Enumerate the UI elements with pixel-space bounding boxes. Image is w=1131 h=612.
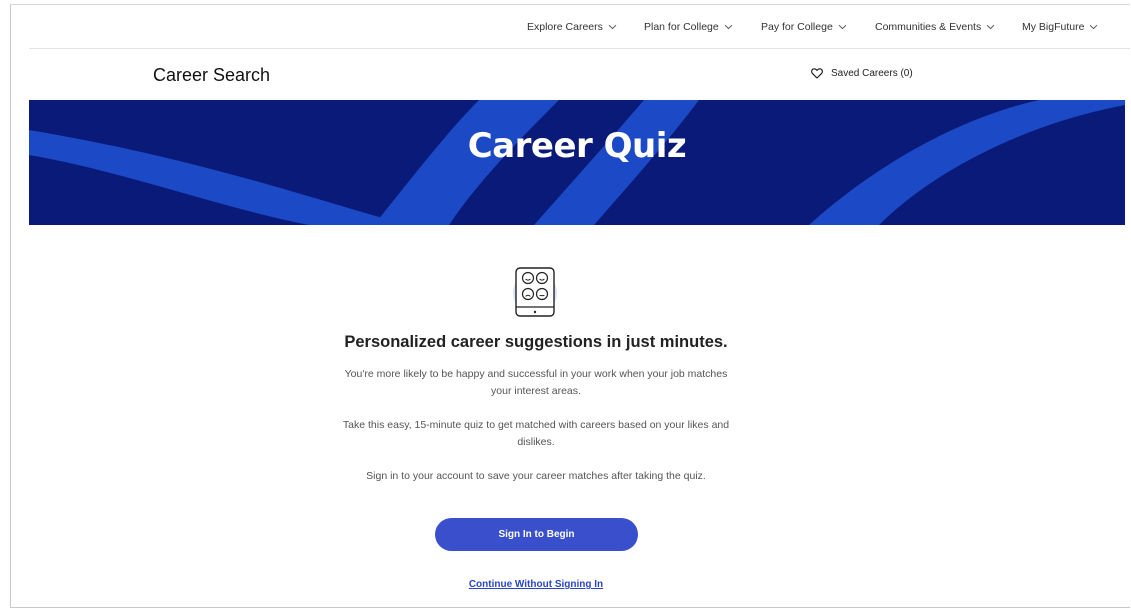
career-quiz-banner: Career Quiz <box>29 100 1125 225</box>
nav-my-bigfuture[interactable]: My BigFuture <box>1022 21 1098 33</box>
intro-paragraph: You're more likely to be happy and succe… <box>344 368 728 397</box>
nav-communities-events[interactable]: Communities & Events <box>875 21 995 33</box>
sign-in-note-paragraph: Sign in to your account to save your car… <box>366 470 706 482</box>
browser-viewport: Explore Careers Plan for College Pay for… <box>10 4 1130 608</box>
saved-careers-label: Saved Careers (0) <box>831 68 913 79</box>
quiz-headline: Personalized career suggestions in just … <box>344 333 728 351</box>
quiz-description-paragraph: Take this easy, 15-minute quiz to get ma… <box>342 419 730 448</box>
nav-item-label: Communities & Events <box>875 21 982 33</box>
nav-explore-careers[interactable]: Explore Careers <box>527 21 617 33</box>
sign-in-to-begin-button[interactable]: Sign In to Begin <box>435 518 638 551</box>
nav-item-label: My BigFuture <box>1022 21 1085 33</box>
chevron-down-icon <box>838 24 847 30</box>
nav-pay-for-college[interactable]: Pay for College <box>761 21 847 33</box>
nav-item-label: Plan for College <box>644 21 719 33</box>
chevron-down-icon <box>1090 24 1098 30</box>
heart-outline-icon <box>811 68 823 79</box>
saved-careers-link[interactable]: Saved Careers (0) <box>811 68 913 79</box>
page-header: Career Search Saved Careers (0) <box>11 49 1130 101</box>
top-navigation: Explore Careers Plan for College Pay for… <box>29 5 1130 49</box>
banner-title: Career Quiz <box>467 126 687 166</box>
continue-without-signing-in-link[interactable]: Continue Without Signing In <box>11 579 1061 590</box>
nav-item-label: Pay for College <box>761 21 833 33</box>
nav-item-label: Explore Careers <box>527 21 603 33</box>
page-title: Career Search <box>153 65 271 85</box>
nav-plan-for-college[interactable]: Plan for College <box>644 21 733 33</box>
tablet-faces-icon <box>513 267 557 317</box>
chevron-down-icon <box>608 24 617 30</box>
chevron-down-icon <box>724 24 733 30</box>
chevron-down-icon <box>986 24 995 30</box>
